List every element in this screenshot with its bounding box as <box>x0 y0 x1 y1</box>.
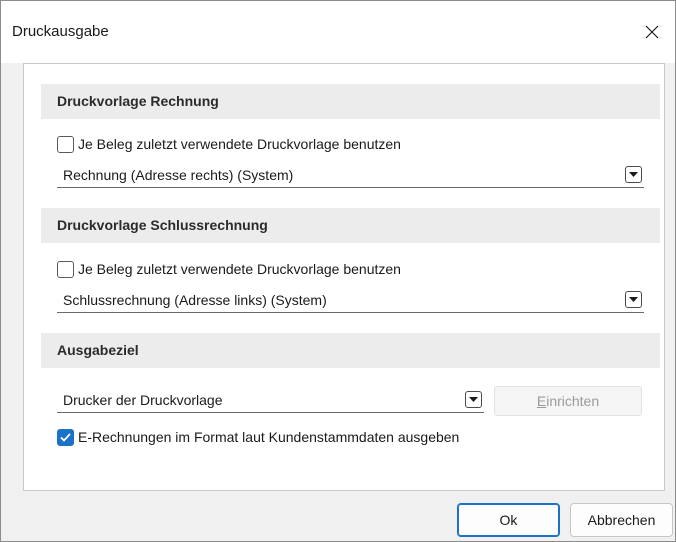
section-header-output: Ausgabeziel <box>41 333 660 368</box>
section-title-invoice: Druckvorlage Rechnung <box>57 93 219 109</box>
final-invoice-template-value: Schlussrechnung (Adresse links) (System) <box>63 291 327 308</box>
cancel-button[interactable]: Abbrechen <box>570 503 673 537</box>
erechnung-checkbox[interactable] <box>57 428 74 446</box>
checkmark-icon <box>60 432 71 442</box>
close-button[interactable] <box>629 1 675 63</box>
output-target-select[interactable]: Drucker der Druckvorlage <box>57 387 484 413</box>
title-bar: Druckausgabe <box>1 1 675 63</box>
chevron-down-icon[interactable] <box>625 166 642 183</box>
output-target-value: Drucker der Druckvorlage <box>63 391 223 408</box>
section-header-invoice: Druckvorlage Rechnung <box>41 84 660 119</box>
setup-button-label: inrichten <box>546 393 600 409</box>
setup-button-mnemonic: E <box>536 393 547 409</box>
settings-panel: Druckvorlage Rechnung Je Beleg zuletzt v… <box>23 63 665 491</box>
invoice-last-template-checkbox-row[interactable]: Je Beleg zuletzt verwendete Druckvorlage… <box>57 134 401 154</box>
erechnung-label: E-Rechnungen im Format laut Kundenstammd… <box>78 429 460 445</box>
print-dialog: Druckausgabe Druckvorlage Rechnung Je Be… <box>0 0 676 542</box>
invoice-template-value: Rechnung (Adresse rechts) (System) <box>63 166 294 183</box>
final-invoice-template-select[interactable]: Schlussrechnung (Adresse links) (System) <box>57 287 644 313</box>
close-icon <box>645 25 659 39</box>
invoice-last-template-label: Je Beleg zuletzt verwendete Druckvorlage… <box>78 136 401 152</box>
chevron-down-icon[interactable] <box>625 291 642 308</box>
invoice-last-template-checkbox[interactable] <box>57 135 74 153</box>
invoice-template-select[interactable]: Rechnung (Adresse rechts) (System) <box>57 162 644 188</box>
final-last-template-label: Je Beleg zuletzt verwendete Druckvorlage… <box>78 261 401 277</box>
chevron-down-icon[interactable] <box>465 391 482 408</box>
window-title: Druckausgabe <box>12 23 109 40</box>
section-header-final-invoice: Druckvorlage Schlussrechnung <box>41 208 660 243</box>
setup-button[interactable]: Einrichten <box>494 386 642 416</box>
final-last-template-checkbox-row[interactable]: Je Beleg zuletzt verwendete Druckvorlage… <box>57 259 401 279</box>
final-last-template-checkbox[interactable] <box>57 260 74 278</box>
ok-button[interactable]: Ok <box>457 503 560 537</box>
section-title-final-invoice: Druckvorlage Schlussrechnung <box>57 217 268 233</box>
erechnung-checkbox-row[interactable]: E-Rechnungen im Format laut Kundenstammd… <box>57 427 459 447</box>
section-title-output: Ausgabeziel <box>57 342 139 358</box>
